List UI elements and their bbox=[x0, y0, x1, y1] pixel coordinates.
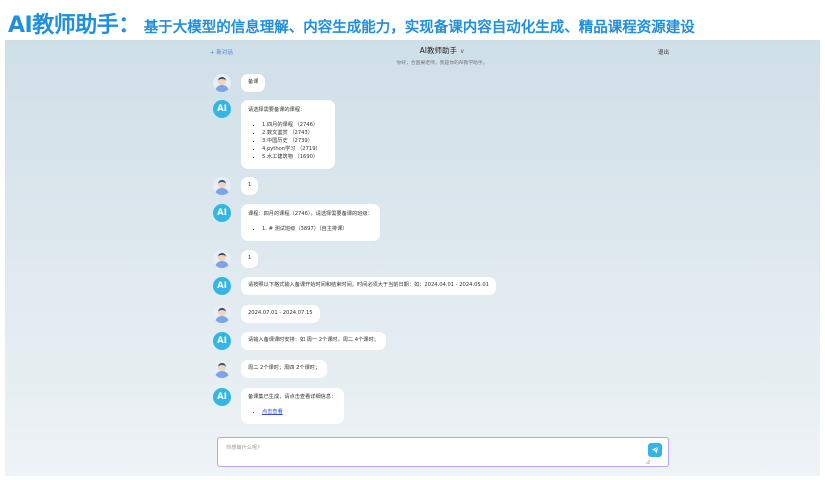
message-bubble: 1 bbox=[241, 250, 259, 268]
banner-subtitle: 基于大模型的信息理解、内容生成能力，实现备课内容自动化生成、精品课程资源建设 bbox=[143, 20, 695, 36]
message-text: 周二 2个课时；周四 2个课时； bbox=[248, 365, 321, 371]
list-item: 1. # 测试班级（3897）（自主排课） bbox=[262, 225, 373, 233]
message-text: 1 bbox=[248, 255, 252, 261]
ai-avatar-icon: AI bbox=[213, 100, 231, 118]
message-bubble: 备课集已生成，请点击查看详细信息： 点击查看 bbox=[241, 388, 345, 424]
course-list: 1.四月的课程 （2746） 2.数文鉴赏 （2743） 3.中国历史 （273… bbox=[248, 121, 321, 161]
banner-title-main: AI教师助手： bbox=[8, 13, 140, 38]
message-ai: AI 请选择需要备课的课程： 1.四月的课程 （2746） 2.数文鉴赏 （27… bbox=[213, 100, 335, 169]
list-item: 点击查看 bbox=[262, 408, 336, 416]
logout-button[interactable]: 退出 bbox=[658, 48, 669, 56]
user-avatar-icon bbox=[213, 360, 231, 378]
message-ai: AI 请按照以下格式输入备课开始时间和结束时间，时间必须大于当前日期：如：202… bbox=[213, 277, 496, 295]
message-bubble: 2024.07.01 - 2024.07.15 bbox=[241, 305, 320, 323]
message-text: 2024.07.01 - 2024.07.15 bbox=[248, 310, 313, 316]
message-ai: AI 备课集已生成，请点击查看详细信息： 点击查看 bbox=[213, 388, 345, 424]
chat-greeting: 你好，合国果老师，我是你的AI教学助手。 bbox=[396, 61, 488, 66]
message-text: 请选择需要备课的课程： bbox=[248, 107, 306, 113]
result-list: 点击查看 bbox=[248, 408, 336, 416]
message-text: 备课集已生成，请点击查看详细信息： bbox=[248, 394, 337, 400]
message-ai: AI 请输入备课课时安排：如 周一 2个课时，周二 4个课时； bbox=[213, 332, 386, 350]
message-bubble: 请按照以下格式输入备课开始时间和结束时间，时间必须大于当前日期：如：2024.0… bbox=[241, 277, 496, 295]
user-avatar-icon bbox=[213, 250, 231, 268]
message-text: 请按照以下格式输入备课开始时间和结束时间，时间必须大于当前日期：如：2024.0… bbox=[248, 282, 489, 288]
view-details-link[interactable]: 点击查看 bbox=[262, 409, 283, 415]
message-bubble: 1 bbox=[241, 177, 259, 195]
paper-plane-icon bbox=[651, 446, 659, 454]
list-item: 3.中国历史 （2739） bbox=[262, 137, 321, 145]
ai-avatar-icon: AI bbox=[213, 332, 231, 350]
chat-header: + 新对话 AI教师助手 ∨ 你好，合国果老师，我是你的AI教学助手。 退出 bbox=[5, 40, 820, 70]
message-bubble: 请选择需要备课的课程： 1.四月的课程 （2746） 2.数文鉴赏 （2743）… bbox=[241, 100, 335, 169]
message-ai: AI 课程：四月的课程（2746），请选择需要备课的班级： 1. # 测试班级（… bbox=[213, 204, 380, 241]
message-text: 课程：四月的课程（2746），请选择需要备课的班级： bbox=[248, 211, 373, 217]
message-bubble: 课程：四月的课程（2746），请选择需要备课的班级： 1. # 测试班级（389… bbox=[241, 204, 380, 241]
resize-grip-icon[interactable] bbox=[645, 459, 650, 464]
message-input[interactable] bbox=[218, 438, 668, 466]
message-bubble: 请输入备课课时安排：如 周一 2个课时，周二 4个课时； bbox=[241, 332, 386, 350]
message-user: 1 bbox=[213, 250, 259, 268]
ai-avatar-icon: AI bbox=[213, 277, 231, 295]
message-bubble: 周二 2个课时；周四 2个课时； bbox=[241, 360, 328, 378]
message-user: 备课 bbox=[213, 74, 266, 92]
chat-title-area: AI教师助手 ∨ 你好，合国果老师，我是你的AI教学助手。 bbox=[362, 45, 522, 66]
banner: AI教师助手： 基于大模型的信息理解、内容生成能力，实现备课内容自动化生成、精品课… bbox=[0, 0, 825, 40]
ai-avatar-icon: AI bbox=[213, 388, 231, 406]
list-item: 5.水工建筑物 （1690） bbox=[262, 153, 321, 161]
new-chat-button[interactable]: + 新对话 bbox=[210, 48, 233, 56]
user-avatar-icon bbox=[213, 177, 231, 195]
message-user: 1 bbox=[213, 177, 259, 195]
message-user: 周二 2个课时；周四 2个课时； bbox=[213, 360, 328, 378]
chevron-down-icon: ∨ bbox=[459, 48, 465, 55]
assistant-selector[interactable]: AI教师助手 ∨ bbox=[362, 45, 522, 56]
user-avatar-icon bbox=[213, 74, 231, 92]
send-button[interactable] bbox=[648, 443, 662, 457]
user-avatar-icon bbox=[213, 305, 231, 323]
class-list: 1. # 测试班级（3897）（自主排课） bbox=[248, 225, 373, 233]
chat-title: AI教师助手 bbox=[419, 46, 457, 55]
list-item: 1.四月的课程 （2746） bbox=[262, 121, 321, 129]
list-item: 2.数文鉴赏 （2743） bbox=[262, 129, 321, 137]
message-text: 请输入备课课时安排：如 周一 2个课时，周二 4个课时； bbox=[248, 337, 379, 343]
banner-title: AI教师助手： 基于大模型的信息理解、内容生成能力，实现备课内容自动化生成、精品课… bbox=[8, 7, 695, 39]
message-bubble: 备课 bbox=[241, 74, 266, 92]
chat-app: + 新对话 AI教师助手 ∨ 你好，合国果老师，我是你的AI教学助手。 退出 备课… bbox=[5, 40, 820, 476]
message-user: 2024.07.01 - 2024.07.15 bbox=[213, 305, 320, 323]
ai-avatar-icon: AI bbox=[213, 204, 231, 222]
message-text: 备课 bbox=[248, 79, 259, 85]
message-composer bbox=[217, 437, 669, 467]
message-text: 1 bbox=[248, 182, 252, 188]
list-item: 4.python学习 （2719） bbox=[262, 145, 321, 153]
